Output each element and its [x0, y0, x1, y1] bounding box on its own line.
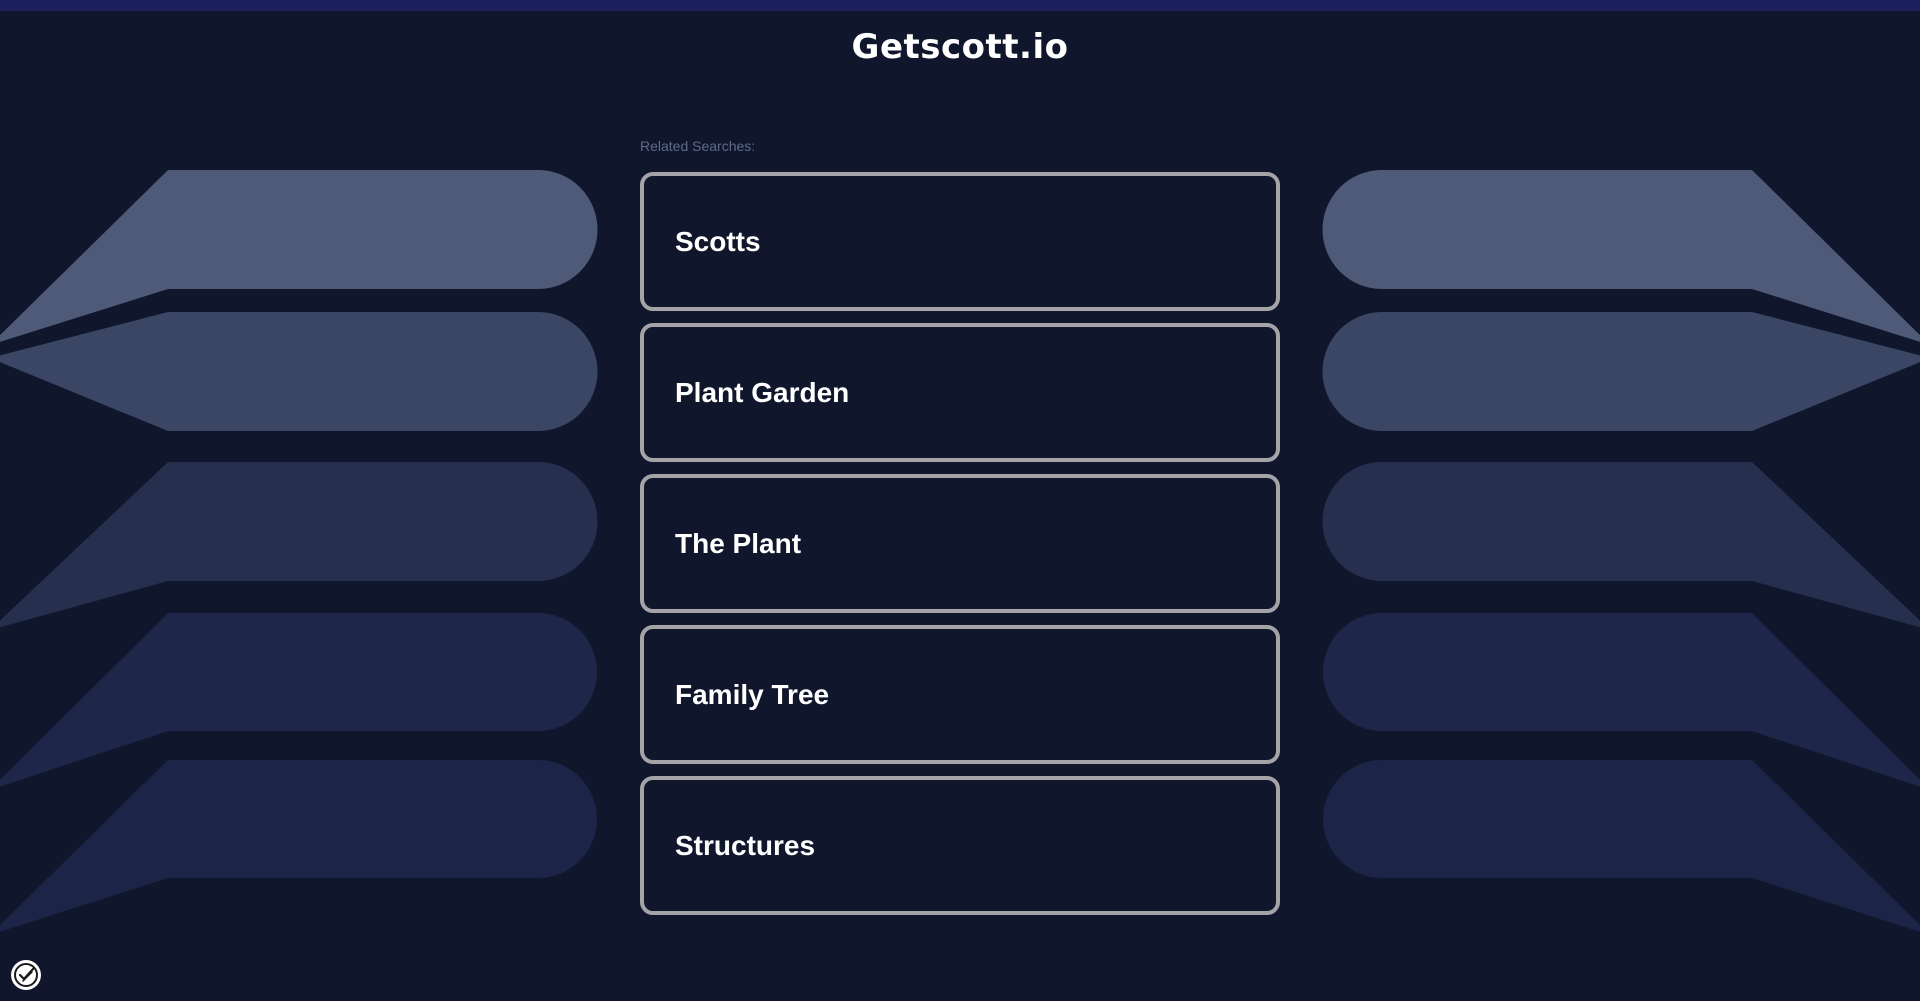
related-search-family-tree[interactable]: Family Tree	[640, 625, 1280, 764]
related-search-label: Structures	[675, 829, 816, 861]
related-search-label: Scotts	[675, 225, 761, 257]
related-search-label: Family Tree	[675, 678, 830, 710]
site-title: Getscott.io	[851, 27, 1069, 67]
privacy-settings-button[interactable]	[11, 960, 41, 990]
related-search-plant-garden[interactable]: Plant Garden	[640, 323, 1280, 462]
related-search-scotts[interactable]: Scotts	[640, 172, 1280, 311]
related-searches-label: Related Searches:	[640, 138, 756, 154]
related-search-label: Plant Garden	[675, 376, 850, 408]
related-searches-list: Scotts Plant Garden The Plant Family Tre…	[640, 172, 1280, 927]
privacy-check-icon	[14, 963, 38, 987]
left-decoration	[0, 170, 598, 932]
right-decoration	[1322, 170, 1920, 932]
related-search-label: The Plant	[675, 527, 802, 559]
related-search-the-plant[interactable]: The Plant	[640, 474, 1280, 613]
related-search-structures[interactable]: Structures	[640, 776, 1280, 915]
